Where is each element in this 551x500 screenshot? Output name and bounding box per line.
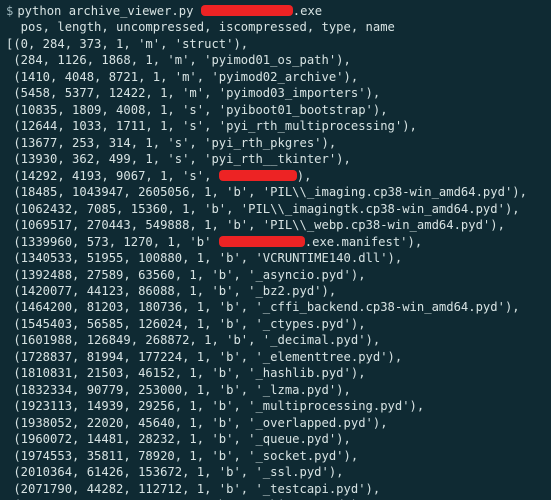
output-line: (1810831, 21503, 46152, 1, 'b', '_hashli… — [6, 365, 545, 381]
prompt-symbol: $ — [6, 4, 13, 18]
output-line: (1974553, 35811, 78920, 1, 'b', '_socket… — [6, 448, 545, 464]
output-post: .exe.manifest'), — [305, 235, 422, 249]
output-line: (18485, 1043947, 2605056, 1, 'b', 'PIL\\… — [6, 184, 545, 200]
redaction-mark — [219, 170, 297, 181]
output-line: (1601988, 126849, 268872, 1, 'b', '_deci… — [6, 332, 545, 348]
output-line: (13677, 253, 314, 1, 's', 'pyi_rth_pkgre… — [6, 135, 545, 151]
output-line: (13930, 362, 499, 1, 's', 'pyi_rth__tkin… — [6, 151, 545, 167]
output-line: (5458, 5377, 12422, 1, 'm', 'pyimod03_im… — [6, 85, 545, 101]
output-line: (1832334, 90779, 253000, 1, 'b', '_lzma.… — [6, 382, 545, 398]
output-line: (1420077, 44123, 86088, 1, 'b', '_bz2.py… — [6, 283, 545, 299]
output-line: (1938052, 22020, 45640, 1, 'b', '_overla… — [6, 415, 545, 431]
command-text-post: .exe — [293, 4, 322, 18]
output-line: (1464200, 81203, 180736, 1, 'b', '_cffi_… — [6, 299, 545, 315]
output-line: (1340533, 51955, 100880, 1, 'b', 'VCRUNT… — [6, 250, 545, 266]
redaction-mark — [219, 236, 305, 247]
output-post: ), — [297, 169, 312, 183]
output-line: (1069517, 270443, 549888, 1, 'b', 'PIL\\… — [6, 217, 545, 233]
output-line: (284, 1126, 1868, 1, 'm', 'pyimod01_os_p… — [6, 52, 545, 68]
output-line: (1728837, 81994, 177224, 1, 'b', '_eleme… — [6, 349, 545, 365]
terminal-output: $ python archive_viewer.py .exe pos, leng… — [0, 0, 551, 500]
column-header: pos, length, uncompressed, iscompressed,… — [6, 19, 545, 35]
output-line: (12644, 1033, 1711, 1, 's', 'pyi_rth_mul… — [6, 118, 545, 134]
output-pre: (1339960, 573, 1270, 1, 'b' — [6, 235, 211, 249]
output-line: (1392488, 27589, 63560, 1, 'b', '_asynci… — [6, 267, 545, 283]
output-line: (1545403, 56585, 126024, 1, 'b', '_ctype… — [6, 316, 545, 332]
output-line: (1062432, 7085, 15360, 1, 'b', 'PIL\\_im… — [6, 201, 545, 217]
output-line: (10835, 1809, 4008, 1, 's', 'pyiboot01_b… — [6, 102, 545, 118]
command-text-pre: python archive_viewer.py — [17, 4, 200, 18]
output-line-redacted-1: (14292, 4193, 9067, 1, 's', ), — [6, 168, 545, 184]
output-line: (1960072, 14481, 28232, 1, 'b', '_queue.… — [6, 431, 545, 447]
output-line: [(0, 284, 373, 1, 'm', 'struct'), — [6, 36, 545, 52]
output-line: (2071790, 44282, 112712, 1, 'b', '_testc… — [6, 481, 545, 497]
output-line: (1410, 4048, 8721, 1, 'm', 'pyimod02_arc… — [6, 69, 545, 85]
output-line: (2010364, 61426, 153672, 1, 'b', '_ssl.p… — [6, 464, 545, 480]
output-pre: (14292, 4193, 9067, 1, 's', — [6, 169, 211, 183]
command-line: $ python archive_viewer.py .exe — [6, 3, 545, 19]
output-line-redacted-2: (1339960, 573, 1270, 1, 'b' .exe.manifes… — [6, 234, 545, 250]
output-line: (1923113, 14939, 29256, 1, 'b', '_multip… — [6, 398, 545, 414]
redaction-mark — [201, 5, 293, 16]
